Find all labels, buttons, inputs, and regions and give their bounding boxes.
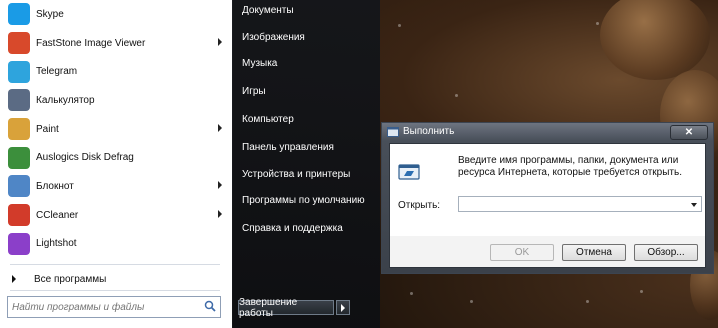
run-dialog-title: Выполнить [403, 126, 455, 137]
ok-button[interactable]: OK [490, 244, 554, 261]
program-item[interactable]: Telegram [0, 57, 232, 86]
defrag-icon [8, 146, 30, 169]
program-label: Auslogics Disk Defrag [36, 152, 134, 164]
start-menu-programs-pane: Skype FastStone Image Viewer Telegram Кальк… [0, 0, 233, 328]
wallpaper-decoration [398, 24, 401, 27]
ccleaner-icon [8, 204, 30, 227]
place-pictures[interactable]: Изображения [242, 28, 305, 46]
submenu-arrow-icon[interactable] [218, 181, 222, 190]
place-music[interactable]: Музыка [242, 54, 277, 72]
all-programs-button[interactable]: Все программы [8, 270, 106, 288]
wallpaper-decoration [410, 292, 413, 295]
place-games[interactable]: Игры [242, 82, 266, 100]
search-box[interactable] [7, 296, 221, 318]
program-item[interactable]: Блокнот [0, 172, 232, 201]
program-label: Paint [36, 123, 59, 135]
submenu-arrow-icon[interactable] [218, 123, 222, 132]
place-documents[interactable]: Документы [242, 1, 294, 19]
place-devices-printers[interactable]: Устройства и принтеры [242, 165, 350, 183]
program-label: Калькулятор [36, 94, 95, 106]
faststone-icon [8, 32, 30, 55]
calculator-icon [8, 89, 30, 112]
run-icon [387, 127, 399, 137]
start-menu: Skype FastStone Image Viewer Telegram Кальк… [0, 0, 380, 328]
run-dialog-titlebar[interactable]: Выполнить ✕ [382, 123, 713, 141]
wallpaper-decoration [600, 0, 710, 80]
program-label: CCleaner [36, 209, 79, 221]
divider [10, 264, 220, 265]
program-label: FastStone Image Viewer [36, 37, 146, 49]
wallpaper-decoration [596, 22, 599, 25]
open-label: Открыть: [398, 200, 441, 211]
skype-icon [8, 3, 30, 26]
divider [10, 290, 220, 291]
close-icon: ✕ [684, 127, 694, 138]
all-programs-label: Все программы [34, 273, 107, 285]
place-default-programs[interactable]: Программы по умолчанию [242, 191, 365, 209]
program-item[interactable]: Калькулятор [0, 86, 232, 115]
run-program-icon [398, 164, 420, 180]
place-computer[interactable]: Компьютер [242, 110, 294, 128]
place-control-panel[interactable]: Панель управления [242, 138, 334, 156]
paint-icon [8, 118, 30, 141]
program-label: Блокнот [36, 180, 74, 192]
close-button[interactable]: ✕ [670, 125, 708, 140]
submenu-arrow-icon[interactable] [218, 209, 222, 218]
search-icon[interactable] [204, 300, 216, 312]
chevron-down-icon[interactable] [691, 203, 697, 207]
place-help-support[interactable]: Справка и поддержка [242, 219, 343, 237]
lightshot-icon [8, 232, 30, 255]
pinned-programs-list: Skype FastStone Image Viewer Telegram Кальк… [0, 0, 232, 258]
open-combobox[interactable] [458, 196, 702, 213]
wallpaper-decoration [470, 300, 473, 303]
program-label: Telegram [36, 66, 78, 78]
run-description: Введите имя программы, папки, документа … [458, 155, 682, 178]
program-item[interactable]: Lightshot [0, 230, 232, 259]
run-dialog: Выполнить ✕ Введите имя программы, папки… [381, 122, 714, 274]
shutdown-options-button[interactable] [336, 300, 350, 315]
wallpaper-decoration [586, 300, 589, 303]
program-item[interactable]: Auslogics Disk Defrag [0, 143, 232, 172]
program-label: Lightshot [36, 238, 77, 250]
program-item[interactable]: FastStone Image Viewer [0, 29, 232, 58]
start-menu-places-pane: Документы Изображения Музыка Игры Компью… [232, 0, 380, 328]
wallpaper-decoration [455, 94, 458, 97]
run-dialog-body: Введите имя программы, папки, документа … [389, 143, 706, 268]
program-item[interactable]: CCleaner [0, 201, 232, 230]
triangle-right-icon [12, 275, 16, 283]
program-item[interactable]: Paint [0, 115, 232, 144]
telegram-icon [8, 60, 30, 83]
cancel-button[interactable]: Отмена [562, 244, 626, 261]
program-item[interactable]: Skype [0, 0, 232, 29]
submenu-arrow-icon[interactable] [218, 37, 222, 46]
program-label: Skype [36, 8, 64, 20]
wallpaper-decoration [640, 290, 643, 293]
notepad-icon [8, 175, 30, 198]
shutdown-button[interactable]: Завершение работы [238, 297, 334, 319]
open-input[interactable] [459, 198, 685, 213]
browse-button[interactable]: Обзор... [634, 244, 698, 261]
search-input[interactable] [8, 300, 204, 314]
